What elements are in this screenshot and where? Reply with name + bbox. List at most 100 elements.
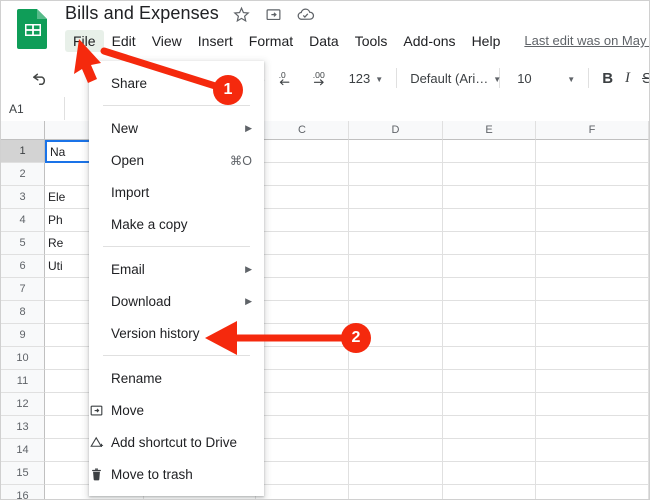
move-to-folder-icon[interactable] <box>263 4 283 24</box>
cell-C6[interactable] <box>256 255 349 278</box>
cell-D11[interactable] <box>349 370 443 393</box>
cell-D5[interactable] <box>349 232 443 255</box>
cell-C16[interactable] <box>256 485 349 499</box>
row-header-2[interactable]: 2 <box>1 163 45 186</box>
strikethrough-button[interactable]: S <box>636 65 649 91</box>
menu-option-version-history[interactable]: Version history <box>89 317 264 349</box>
column-header-e[interactable]: E <box>443 121 536 140</box>
menu-item-edit[interactable]: Edit <box>104 30 144 52</box>
menu-item-addons[interactable]: Add-ons <box>395 30 463 52</box>
row-header-4[interactable]: 4 <box>1 209 45 232</box>
last-edit-link[interactable]: Last edit was on May 3 <box>524 32 649 50</box>
row-header-3[interactable]: 3 <box>1 186 45 209</box>
cell-E4[interactable] <box>443 209 536 232</box>
menu-option-new[interactable]: New ▶ <box>89 112 264 144</box>
number-format-button[interactable]: 123 ▼ <box>343 65 390 91</box>
cell-E1[interactable] <box>443 140 536 163</box>
cell-F16[interactable] <box>536 485 649 499</box>
menu-item-help[interactable]: Help <box>464 30 509 52</box>
menu-option-email[interactable]: Email ▶ <box>89 253 264 285</box>
menu-item-insert[interactable]: Insert <box>190 30 241 52</box>
menu-item-view[interactable]: View <box>144 30 190 52</box>
undo-icon[interactable] <box>31 68 50 92</box>
row-header-16[interactable]: 16 <box>1 485 45 499</box>
font-size-selector[interactable]: 10 ▼ <box>507 65 581 91</box>
cell-F4[interactable] <box>536 209 649 232</box>
cell-E8[interactable] <box>443 301 536 324</box>
cell-E10[interactable] <box>443 347 536 370</box>
cell-F7[interactable] <box>536 278 649 301</box>
cell-E11[interactable] <box>443 370 536 393</box>
row-header-9[interactable]: 9 <box>1 324 45 347</box>
cell-D15[interactable] <box>349 462 443 485</box>
cell-D4[interactable] <box>349 209 443 232</box>
cell-D3[interactable] <box>349 186 443 209</box>
cell-C1[interactable] <box>256 140 349 163</box>
cell-E6[interactable] <box>443 255 536 278</box>
document-title[interactable]: Bills and Expenses <box>65 3 219 24</box>
cell-E7[interactable] <box>443 278 536 301</box>
menu-option-rename[interactable]: Rename <box>89 362 264 394</box>
cell-C9[interactable] <box>256 324 349 347</box>
cell-F3[interactable] <box>536 186 649 209</box>
cell-C7[interactable] <box>256 278 349 301</box>
row-header-13[interactable]: 13 <box>1 416 45 439</box>
cell-C3[interactable] <box>256 186 349 209</box>
cell-E13[interactable] <box>443 416 536 439</box>
row-header-10[interactable]: 10 <box>1 347 45 370</box>
cell-F13[interactable] <box>536 416 649 439</box>
italic-button[interactable]: I <box>619 65 636 91</box>
cell-E9[interactable] <box>443 324 536 347</box>
menu-item-data[interactable]: Data <box>301 30 347 52</box>
column-header-f[interactable]: F <box>536 121 649 140</box>
cell-D7[interactable] <box>349 278 443 301</box>
menu-option-move-to-trash[interactable]: Move to trash <box>89 458 264 490</box>
cell-C11[interactable] <box>256 370 349 393</box>
name-box[interactable]: A1 <box>1 97 65 120</box>
cell-D6[interactable] <box>349 255 443 278</box>
menu-option-make-a-copy[interactable]: Make a copy <box>89 208 264 240</box>
star-icon[interactable] <box>231 4 251 24</box>
cell-C4[interactable] <box>256 209 349 232</box>
cell-F12[interactable] <box>536 393 649 416</box>
menu-item-file[interactable]: File <box>65 30 104 52</box>
cell-D1[interactable] <box>349 140 443 163</box>
cell-C8[interactable] <box>256 301 349 324</box>
cell-F15[interactable] <box>536 462 649 485</box>
row-header-8[interactable]: 8 <box>1 301 45 324</box>
column-header-c[interactable]: C <box>256 121 349 140</box>
cell-F6[interactable] <box>536 255 649 278</box>
menu-item-tools[interactable]: Tools <box>347 30 396 52</box>
row-header-6[interactable]: 6 <box>1 255 45 278</box>
cell-D2[interactable] <box>349 163 443 186</box>
row-header-14[interactable]: 14 <box>1 439 45 462</box>
cell-F1[interactable] <box>536 140 649 163</box>
cell-D16[interactable] <box>349 485 443 499</box>
font-family-selector[interactable]: Default (Ari… ▼ <box>404 65 501 91</box>
cell-C14[interactable] <box>256 439 349 462</box>
cell-E12[interactable] <box>443 393 536 416</box>
menu-item-format[interactable]: Format <box>241 30 301 52</box>
cell-F5[interactable] <box>536 232 649 255</box>
cell-E15[interactable] <box>443 462 536 485</box>
menu-option-open[interactable]: Open ⌘O <box>89 144 264 176</box>
cell-F2[interactable] <box>536 163 649 186</box>
select-all-corner[interactable] <box>1 121 45 140</box>
cell-D14[interactable] <box>349 439 443 462</box>
cell-F8[interactable] <box>536 301 649 324</box>
bold-button[interactable]: B <box>596 65 619 91</box>
row-header-12[interactable]: 12 <box>1 393 45 416</box>
row-header-11[interactable]: 11 <box>1 370 45 393</box>
row-header-7[interactable]: 7 <box>1 278 45 301</box>
cell-F9[interactable] <box>536 324 649 347</box>
cell-E5[interactable] <box>443 232 536 255</box>
cell-E16[interactable] <box>443 485 536 499</box>
cell-E2[interactable] <box>443 163 536 186</box>
cell-D12[interactable] <box>349 393 443 416</box>
cloud-saved-icon[interactable] <box>295 4 315 24</box>
cell-C2[interactable] <box>256 163 349 186</box>
cell-E14[interactable] <box>443 439 536 462</box>
cell-F11[interactable] <box>536 370 649 393</box>
cell-E3[interactable] <box>443 186 536 209</box>
row-header-5[interactable]: 5 <box>1 232 45 255</box>
